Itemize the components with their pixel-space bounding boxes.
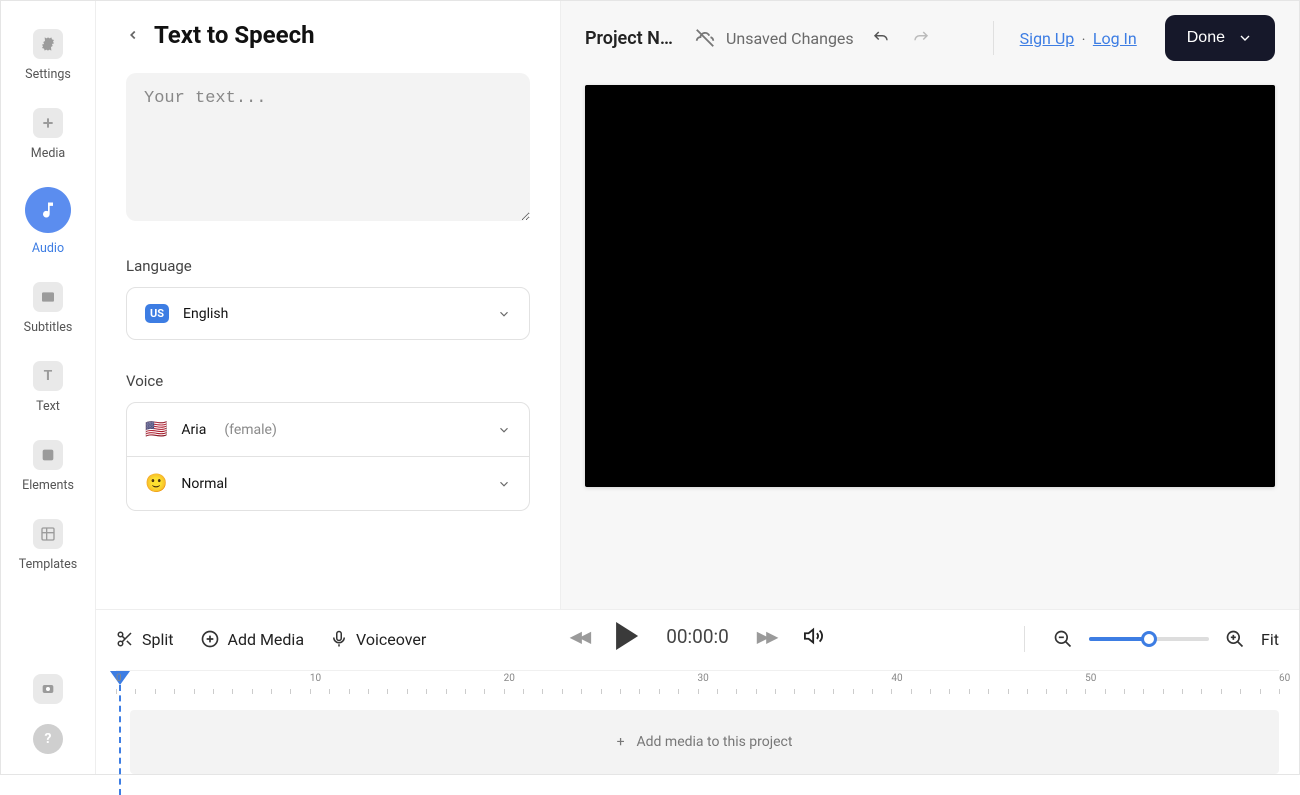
timecode: 00:00:0 <box>666 625 729 648</box>
fit-button[interactable]: Fit <box>1261 630 1279 649</box>
nav-label: Text <box>36 399 60 414</box>
left-nav: Settings Media Audio Subtitles T Text <box>1 1 96 774</box>
plus-icon <box>33 108 63 138</box>
plus-circle-icon <box>200 629 220 649</box>
volume-button[interactable] <box>803 625 825 647</box>
language-value: English <box>183 306 228 322</box>
skip-back-button[interactable]: ◀◀ <box>570 627 589 646</box>
ruler-tick: 40 <box>891 673 902 684</box>
add-media-row-label: Add media to this project <box>637 734 793 750</box>
unsaved-status: Unsaved Changes <box>694 27 854 49</box>
tts-panel: Text to Speech Language US English Voice… <box>96 1 561 609</box>
timeline: Split Add Media Voiceover ◀◀ <box>96 609 1299 774</box>
add-media-track[interactable]: + Add media to this project <box>130 710 1279 774</box>
tts-textarea[interactable] <box>126 73 530 221</box>
grid-icon <box>33 519 63 549</box>
split-label: Split <box>142 630 174 649</box>
chevron-down-icon <box>497 307 511 321</box>
voice-select[interactable]: 🇺🇸 Aria (female) <box>126 402 530 457</box>
ruler-tick: 0 <box>116 673 122 684</box>
nav-label: Audio <box>32 241 64 256</box>
add-media-button[interactable]: Add Media <box>200 629 305 649</box>
nav-label: Media <box>31 146 65 161</box>
nav-label: Templates <box>19 557 77 572</box>
smile-icon: 🙂 <box>145 473 167 494</box>
mic-icon <box>330 630 348 648</box>
voice-style: Normal <box>181 476 227 492</box>
text-icon: T <box>33 361 63 391</box>
signup-link[interactable]: Sign Up <box>1020 29 1075 48</box>
voiceover-label: Voiceover <box>356 630 426 649</box>
record-icon[interactable] <box>33 674 63 704</box>
ruler-tick: 20 <box>504 673 515 684</box>
login-link[interactable]: Log In <box>1093 29 1137 48</box>
timeline-ruler[interactable]: 0102030405060 <box>116 670 1279 704</box>
us-badge-icon: US <box>145 304 169 323</box>
ruler-tick: 50 <box>1085 673 1096 684</box>
panel-title: Text to Speech <box>154 21 315 49</box>
play-button[interactable] <box>616 622 638 650</box>
nav-templates[interactable]: Templates <box>13 519 83 572</box>
scissors-icon <box>116 630 134 648</box>
nav-label: Settings <box>25 67 71 82</box>
voiceover-button[interactable]: Voiceover <box>330 630 426 649</box>
playhead[interactable] <box>116 671 130 795</box>
chevron-down-icon <box>497 423 511 437</box>
done-label: Done <box>1187 29 1225 47</box>
chevron-down-icon <box>497 477 511 491</box>
nav-settings[interactable]: Settings <box>13 29 83 82</box>
nav-text[interactable]: T Text <box>13 361 83 414</box>
video-preview[interactable] <box>585 85 1275 487</box>
zoom-slider[interactable] <box>1089 637 1209 641</box>
unsaved-text: Unsaved Changes <box>726 29 854 48</box>
zoom-in-button[interactable] <box>1225 629 1245 649</box>
nav-media[interactable]: Media <box>13 108 83 161</box>
subtitles-icon <box>33 282 63 312</box>
auth-separator: · <box>1082 32 1086 48</box>
project-name[interactable]: Project Name <box>585 28 680 49</box>
undo-button[interactable] <box>868 29 894 47</box>
nav-elements[interactable]: Elements <box>13 440 83 493</box>
nav-subtitles[interactable]: Subtitles <box>13 282 83 335</box>
ruler-tick: 30 <box>698 673 709 684</box>
redo-button[interactable] <box>908 29 934 47</box>
voice-note: (female) <box>224 422 277 438</box>
add-media-label: Add Media <box>228 630 305 649</box>
zoom-out-button[interactable] <box>1053 629 1073 649</box>
language-label: Language <box>126 257 530 275</box>
split-button[interactable]: Split <box>116 630 174 649</box>
auth-links: Sign Up · Log In <box>1020 29 1137 48</box>
skip-forward-button[interactable]: ▶▶ <box>757 627 776 646</box>
main-area: Project Name Unsaved Changes <box>561 1 1299 609</box>
cloud-off-icon <box>694 27 716 49</box>
chevron-down-icon <box>1237 30 1253 46</box>
flag-us-icon: 🇺🇸 <box>145 419 167 440</box>
nav-audio[interactable]: Audio <box>13 187 83 256</box>
nav-label: Subtitles <box>24 320 73 335</box>
voice-label: Voice <box>126 372 530 390</box>
language-select[interactable]: US English <box>126 287 530 340</box>
ruler-tick: 60 <box>1279 673 1290 684</box>
gear-icon <box>33 29 63 59</box>
ruler-tick: 10 <box>310 673 321 684</box>
music-note-icon <box>25 187 71 233</box>
voice-style-select[interactable]: 🙂 Normal <box>126 457 530 511</box>
back-button[interactable] <box>126 28 140 42</box>
help-icon[interactable]: ? <box>33 724 63 754</box>
nav-label: Elements <box>22 478 74 493</box>
plus-icon: + <box>617 734 625 750</box>
topbar: Project Name Unsaved Changes <box>561 1 1299 75</box>
shapes-icon <box>33 440 63 470</box>
done-button[interactable]: Done <box>1165 15 1275 61</box>
voice-name: Aria <box>181 422 206 438</box>
